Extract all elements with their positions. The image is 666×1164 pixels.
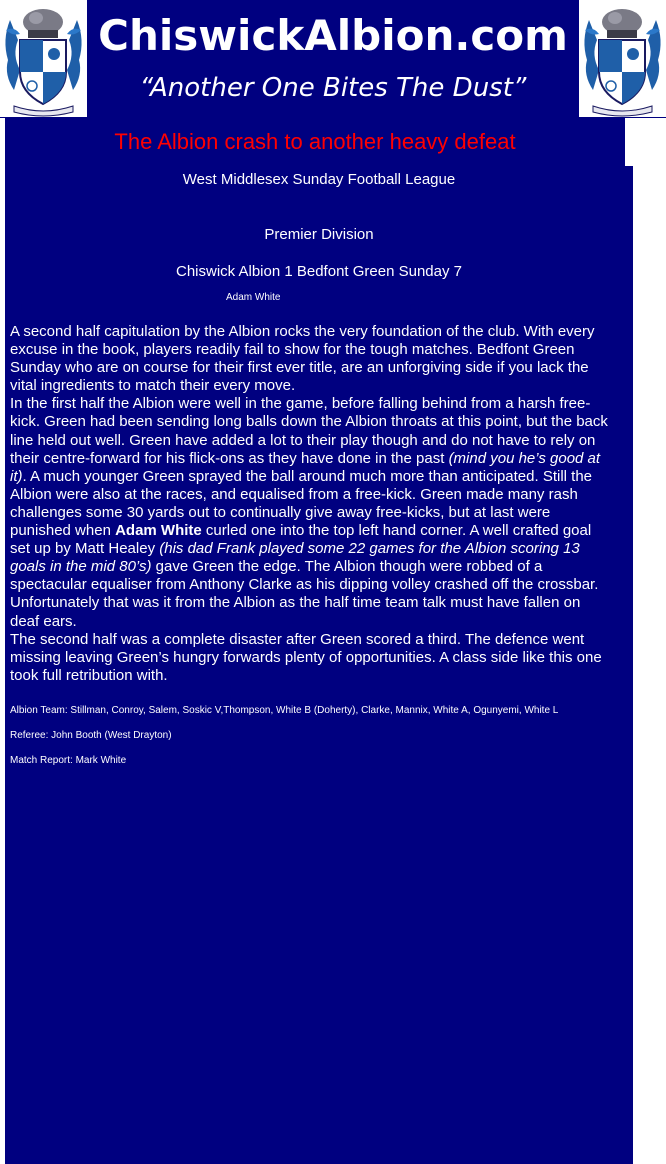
article-headline: The Albion crash to another heavy defeat	[114, 129, 516, 154]
referee: Referee: John Booth (West Drayton)	[10, 730, 172, 741]
site-title: ChiswickAlbion.com	[98, 11, 568, 60]
goal-scorer: Adam White	[115, 522, 202, 540]
article-author: Adam White	[226, 292, 281, 303]
club-crest-icon	[579, 0, 666, 117]
report-paragraph: The second half was a complete disaster …	[10, 630, 602, 684]
score-line: Chiswick Albion 1 Bedfont Green Sunday 7	[175, 263, 462, 280]
report-paragraph: A second half capitulation by the Albion…	[10, 323, 595, 395]
match-report-credit: Match Report: Mark White	[10, 755, 127, 766]
division-name: Premier Division	[264, 226, 374, 243]
albion-team: Albion Team: Stillman, Conroy, Salem, So…	[10, 705, 559, 716]
club-crest-icon	[0, 0, 87, 117]
match-report-body: A second half capitulation by the Albion…	[10, 323, 610, 685]
league-name: West Middlesex Sunday Football League	[182, 171, 456, 188]
report-paragraph: In the first half the Albion were well i…	[10, 395, 610, 630]
site-tagline: “Another One Bites The Dust”	[139, 73, 527, 103]
